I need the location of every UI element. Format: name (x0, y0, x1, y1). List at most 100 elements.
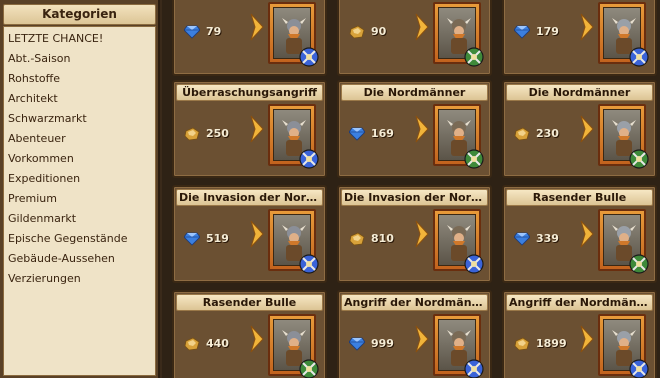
sidebar-item-rohstoffe[interactable]: Rohstoffe (4, 69, 155, 89)
arrow-right-icon (250, 324, 264, 354)
item-portrait[interactable] (598, 104, 649, 169)
price-value: 79 (206, 24, 222, 38)
item-portrait[interactable] (598, 209, 649, 274)
item-portrait[interactable] (598, 2, 649, 67)
shop-card[interactable]: Überraschungsangriff 250 (172, 80, 327, 178)
card-title: Die Nordmänner (341, 84, 488, 101)
sidebar-item-gebaeude-aussehen[interactable]: Gebäude-Aussehen (4, 249, 155, 269)
price-box: 440 (184, 328, 246, 358)
price-value: 999 (371, 336, 394, 350)
sidebar-item-premium[interactable]: Premium (4, 189, 155, 209)
shop-card[interactable]: 79 (172, 0, 327, 76)
arrow-right-icon (580, 114, 594, 144)
card-title: Die Nordmänner (506, 84, 653, 101)
blue-gem-icon (183, 24, 201, 39)
item-portrait[interactable] (598, 314, 649, 378)
sidebar-item-abt-saison[interactable]: Abt.-Saison (4, 49, 155, 69)
gold-coin-icon (184, 126, 200, 141)
card-title: Überraschungsangriff (176, 84, 323, 101)
price-box: 339 (513, 223, 576, 253)
shop-card[interactable]: Angriff der Nordmänner 999 (337, 290, 492, 378)
price-value: 339 (536, 231, 559, 245)
unit-badge-icon (298, 46, 320, 68)
blue-gem-icon (348, 336, 366, 351)
shop-card[interactable]: 179 (502, 0, 657, 76)
price-value: 250 (206, 126, 229, 140)
card-title: Rasender Bulle (506, 189, 653, 206)
sidebar-item-gildenmarkt[interactable]: Gildenmarkt (4, 209, 155, 229)
item-portrait[interactable] (433, 209, 484, 274)
price-value: 519 (206, 231, 229, 245)
sidebar-item-letzte-chance[interactable]: LETZTE CHANCE! (4, 29, 155, 49)
sidebar-item-vorkommen[interactable]: Vorkommen (4, 149, 155, 169)
price-box: 1899 (514, 328, 576, 358)
item-portrait[interactable] (433, 2, 484, 67)
card-title: Die Invasion der Nordm... (341, 189, 488, 206)
unit-badge-icon (298, 148, 320, 170)
sidebar-title: Kategorien (3, 4, 156, 25)
sidebar-item-schwarzmarkt[interactable]: Schwarzmarkt (4, 109, 155, 129)
price-box: 79 (183, 16, 246, 46)
arrow-right-icon (415, 324, 429, 354)
shop-card[interactable]: Die Invasion der Nordm... 810 (337, 185, 492, 283)
shop-card[interactable]: Angriff der Nordmänner 1899 (502, 290, 657, 378)
shop-card[interactable]: Die Nordmänner 230 (502, 80, 657, 178)
unit-badge-icon (463, 46, 485, 68)
sidebar-item-expeditionen[interactable]: Expeditionen (4, 169, 155, 189)
card-title: Die Invasion der Nordm... (176, 189, 323, 206)
item-portrait[interactable] (268, 209, 319, 274)
unit-badge-icon (463, 358, 485, 378)
unit-badge-icon (298, 358, 320, 378)
shop-card[interactable]: Rasender Bulle 339 (502, 185, 657, 283)
unit-badge-icon (628, 148, 650, 170)
price-value: 440 (206, 336, 229, 350)
price-value: 230 (536, 126, 559, 140)
unit-badge-icon (628, 253, 650, 275)
arrow-right-icon (250, 219, 264, 249)
item-portrait[interactable] (268, 104, 319, 169)
blue-gem-icon (348, 126, 366, 141)
card-title: Angriff der Nordmänner (506, 294, 653, 311)
sidebar-item-abenteuer[interactable]: Abenteuer (4, 129, 155, 149)
item-portrait[interactable] (268, 314, 319, 378)
gold-coin-icon (184, 336, 200, 351)
arrow-right-icon (580, 219, 594, 249)
price-value: 169 (371, 126, 394, 140)
category-list: LETZTE CHANCE! Abt.-Saison Rohstoffe Arc… (3, 26, 156, 376)
card-title: Rasender Bulle (176, 294, 323, 311)
shop-card[interactable]: Die Invasion der Nordm... 519 (172, 185, 327, 283)
arrow-right-icon (250, 114, 264, 144)
price-box: 230 (514, 118, 576, 148)
category-sidebar: Kategorien LETZTE CHANCE! Abt.-Saison Ro… (0, 0, 160, 378)
sidebar-item-architekt[interactable]: Architekt (4, 89, 155, 109)
shop-card[interactable]: 90 (337, 0, 492, 76)
shop-card[interactable]: Rasender Bulle 440 (172, 290, 327, 378)
price-box: 810 (349, 223, 411, 253)
unit-badge-icon (463, 253, 485, 275)
unit-badge-icon (298, 253, 320, 275)
gold-coin-icon (514, 336, 530, 351)
arrow-right-icon (415, 12, 429, 42)
shop-grid: 79 90 179 Überraschungsangriff 250 Die Nordmä… (162, 0, 660, 378)
unit-badge-icon (628, 358, 650, 378)
item-portrait[interactable] (433, 314, 484, 378)
arrow-right-icon (415, 219, 429, 249)
gold-coin-icon (514, 126, 530, 141)
unit-badge-icon (628, 46, 650, 68)
price-box: 250 (184, 118, 246, 148)
price-box: 999 (348, 328, 411, 358)
blue-gem-icon (513, 231, 531, 246)
arrow-right-icon (415, 114, 429, 144)
shop-card[interactable]: Die Nordmänner 169 (337, 80, 492, 178)
blue-gem-icon (183, 231, 201, 246)
price-value: 90 (371, 24, 387, 38)
arrow-right-icon (580, 324, 594, 354)
sidebar-item-verzierungen[interactable]: Verzierungen (4, 269, 155, 289)
price-box: 179 (513, 16, 576, 46)
blue-gem-icon (513, 24, 531, 39)
price-value: 179 (536, 24, 559, 38)
sidebar-item-epische-gegenstaende[interactable]: Epische Gegenstände (4, 229, 155, 249)
item-portrait[interactable] (433, 104, 484, 169)
gold-coin-icon (349, 231, 365, 246)
item-portrait[interactable] (268, 2, 319, 67)
